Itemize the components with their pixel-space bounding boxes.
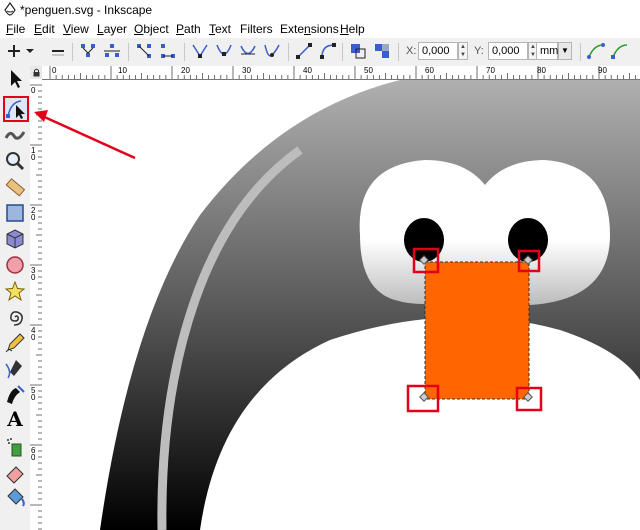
ruler-label: 40 [31, 326, 36, 342]
spiral-tool-icon[interactable] [4, 306, 26, 328]
chevron-down-icon[interactable] [24, 41, 36, 61]
ruler-label: 50 [364, 66, 373, 75]
toolbox: A [0, 66, 30, 530]
node-tool-icon[interactable] [3, 96, 29, 122]
node-cusp-icon[interactable] [190, 41, 210, 61]
toolbar-separator [398, 43, 399, 61]
menu-bar: File Edit View Layer Object Path Text Fi… [0, 20, 640, 38]
horizontal-ruler: 0 10 20 30 40 50 60 70 80 90 [42, 66, 640, 80]
spray-tool-icon[interactable] [4, 436, 26, 458]
pen-tool-icon[interactable] [4, 358, 26, 380]
join-segment-icon[interactable] [134, 41, 154, 61]
penguin-drawing [100, 80, 640, 530]
3d-box-tool-icon[interactable] [4, 228, 26, 250]
menu-edit[interactable]: Edit [34, 22, 55, 36]
unit-dropdown-icon[interactable]: ▼ [558, 42, 572, 60]
menu-filters[interactable]: Filters [240, 22, 273, 36]
x-label: X: [406, 45, 417, 57]
segment-line-icon[interactable] [294, 41, 314, 61]
unit-select[interactable]: mm [536, 42, 558, 60]
toolbar-separator [580, 43, 581, 61]
node-symmetric-icon[interactable] [238, 41, 258, 61]
toolbar-separator [342, 43, 343, 61]
ruler-label: 0 [31, 86, 36, 95]
ruler-label: 30 [31, 266, 36, 282]
ruler-label: 60 [425, 66, 434, 75]
y-label: Y: [474, 45, 484, 57]
ruler-label: 40 [303, 66, 312, 75]
menu-file[interactable]: File [6, 22, 25, 36]
tool-controls-bar: X: 0,000 ▲ ▼ Y: 0,000 ▲ ▼ mm ▼ [0, 38, 640, 67]
paint-bucket-tool-icon[interactable] [4, 486, 26, 508]
segment-curve-icon[interactable] [318, 41, 338, 61]
ruler-label: 20 [31, 206, 36, 222]
ruler-label: 70 [486, 66, 495, 75]
toolbar-separator [288, 43, 289, 61]
calligraphy-tool-icon[interactable] [4, 384, 26, 406]
insert-node-icon[interactable] [4, 41, 24, 61]
rectangle-tool-icon[interactable] [4, 202, 26, 224]
title-bar: *penguen.svg - Inkscape [0, 0, 640, 20]
star-tool-icon[interactable] [4, 280, 26, 302]
text-tool-icon[interactable]: A [4, 408, 26, 430]
toolbar-separator [72, 43, 73, 61]
break-path-icon[interactable] [102, 41, 122, 61]
ruler-corner [30, 66, 42, 79]
pencil-tool-icon[interactable] [4, 332, 26, 354]
selector-tool-icon[interactable] [4, 68, 26, 90]
stroke-to-path-icon[interactable] [372, 41, 392, 61]
ruler-label: 30 [242, 66, 251, 75]
ruler-label: 50 [31, 386, 36, 402]
menu-extensions[interactable]: Extensions [280, 22, 339, 36]
inkscape-logo-icon [4, 2, 16, 16]
ruler-label: 10 [31, 146, 36, 162]
lock-icon [33, 68, 40, 77]
ruler-label: 60 [31, 446, 36, 462]
ruler-label: 10 [118, 66, 127, 75]
drawing-canvas[interactable] [42, 80, 640, 530]
ruler-label: 80 [537, 66, 546, 75]
node-smooth-icon[interactable] [214, 41, 234, 61]
delete-node-icon[interactable] [48, 41, 68, 61]
tweak-tool-icon[interactable] [4, 124, 26, 146]
ruler-label: 90 [598, 66, 607, 75]
measure-tool-icon[interactable] [4, 176, 26, 198]
zoom-tool-icon[interactable] [4, 150, 26, 172]
node-auto-smooth-icon[interactable] [262, 41, 282, 61]
menu-object[interactable]: Object [134, 22, 169, 36]
object-to-path-icon[interactable] [348, 41, 368, 61]
horizontal-ruler-ticks [49, 66, 636, 79]
menu-text[interactable]: Text [209, 22, 231, 36]
show-path-outline-icon[interactable] [610, 41, 630, 61]
window-title: *penguen.svg - Inkscape [20, 3, 153, 17]
join-nodes-icon[interactable] [78, 41, 98, 61]
ruler-label: 20 [181, 66, 190, 75]
x-spin-button[interactable]: ▲ ▼ [458, 42, 468, 60]
penguin-beak[interactable] [424, 261, 530, 400]
eraser-tool-icon[interactable] [4, 462, 26, 484]
menu-layer[interactable]: Layer [97, 22, 127, 36]
y-coordinate-input[interactable]: 0,000 [488, 42, 528, 60]
delete-segment-icon[interactable] [158, 41, 178, 61]
menu-view[interactable]: View [63, 22, 89, 36]
menu-path[interactable]: Path [176, 22, 201, 36]
menu-help[interactable]: Help [340, 22, 365, 36]
ellipse-tool-icon[interactable] [4, 254, 26, 276]
x-coordinate-input[interactable]: 0,000 [418, 42, 458, 60]
toolbar-separator [184, 43, 185, 61]
show-handles-icon[interactable] [586, 41, 606, 61]
toolbar-separator [128, 43, 129, 61]
ruler-label: 0 [52, 66, 57, 75]
